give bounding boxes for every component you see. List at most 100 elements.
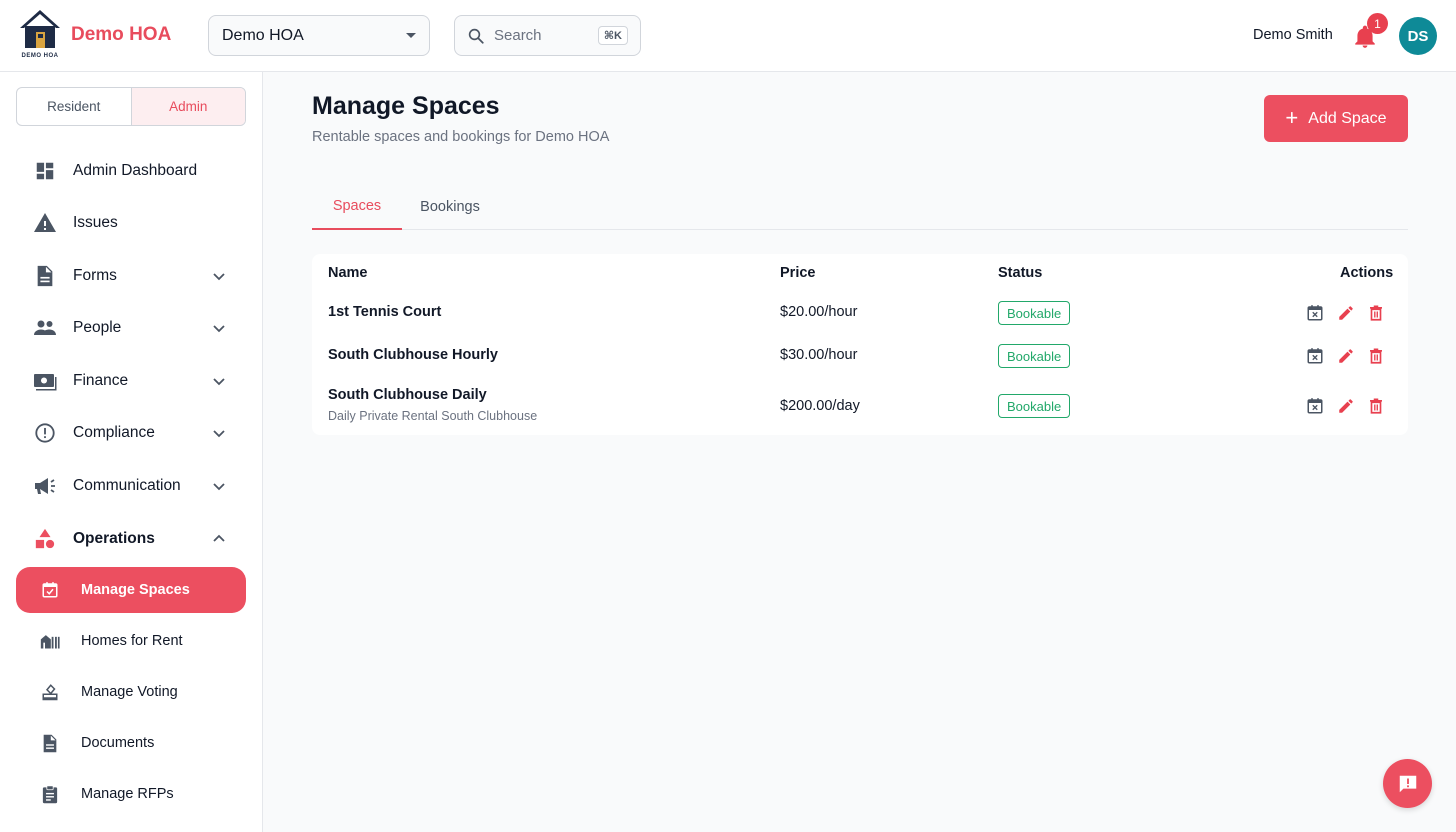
brand-name[interactable]: Demo HOA (71, 24, 171, 46)
trash-icon[interactable] (1366, 396, 1386, 416)
hoa-selector[interactable]: Demo HOA (208, 15, 430, 56)
megaphone-icon (33, 474, 57, 498)
page-title: Manage Spaces (312, 92, 500, 120)
sidebar-item-label: Forms (73, 267, 117, 284)
sidebar-item-manage-voting[interactable]: Manage Voting (16, 669, 246, 715)
sidebar-item-label: Homes for Rent (81, 633, 183, 649)
pencil-icon[interactable] (1336, 396, 1356, 416)
calendar-cancel-icon[interactable] (1305, 396, 1325, 416)
space-price: $20.00/hour (780, 304, 858, 320)
ballot-icon (40, 682, 60, 702)
sidebar-item-label: Compliance (73, 424, 155, 441)
dashboard-icon (33, 159, 57, 183)
tab-bookings[interactable]: Bookings (404, 183, 496, 230)
role-admin-button[interactable]: Admin (130, 88, 245, 125)
chevron-down-icon (213, 483, 225, 491)
top-bar: DEMO HOA Demo HOA Demo HOA Search ⌘K Dem… (0, 0, 1456, 72)
tab-spaces[interactable]: Spaces (312, 183, 402, 230)
sidebar-item-operations[interactable]: Operations (16, 516, 246, 562)
status-badge: Bookable (998, 344, 1071, 368)
add-space-button[interactable]: + Add Space (1264, 95, 1408, 142)
sidebar-item-finance[interactable]: Finance (16, 358, 246, 404)
pencil-icon[interactable] (1336, 346, 1356, 366)
sidebar-item-label: People (73, 319, 122, 336)
sidebar-item-label: Communication (73, 477, 181, 494)
sidebar-item-homes-for-rent[interactable]: Homes for Rent (16, 618, 246, 664)
chevron-down-icon (213, 378, 225, 386)
column-header-price: Price (780, 265, 816, 281)
sidebar-item-label: Operations (73, 530, 155, 547)
sidebar-item-forms[interactable]: Forms (16, 253, 246, 299)
sidebar-item-label: Issues (73, 214, 118, 231)
money-icon (33, 369, 57, 393)
sidebar-item-label: Manage RFPs (81, 786, 174, 802)
sidebar-item-label: Admin Dashboard (73, 162, 198, 179)
people-icon (33, 316, 57, 340)
column-header-status: Status (998, 265, 1043, 281)
sidebar-item-manage-spaces[interactable]: Manage Spaces (16, 567, 246, 613)
avatar[interactable]: DS (1399, 17, 1437, 55)
column-header-actions: Actions (1340, 265, 1394, 281)
trash-icon[interactable] (1366, 346, 1386, 366)
chevron-up-icon (213, 534, 225, 542)
role-toggle: Resident Admin (16, 87, 246, 126)
table-row: South Clubhouse Hourly $30.00/hour Booka… (312, 339, 1408, 375)
house-logo-icon (20, 10, 60, 48)
search-icon (468, 28, 484, 44)
sidebar-item-label: Documents (81, 735, 155, 751)
feedback-chat-icon (1399, 775, 1416, 792)
search-placeholder: Search (494, 27, 542, 44)
clipboard-icon (40, 784, 60, 804)
chevron-down-icon (406, 33, 416, 38)
document-icon (33, 264, 57, 288)
sidebar-item-label: Manage Spaces (81, 582, 190, 598)
sidebar-item-manage-rfps[interactable]: Manage RFPs (16, 771, 246, 817)
sidebar-item-issues[interactable]: Issues (16, 200, 246, 246)
shapes-icon (33, 527, 57, 551)
space-description: Daily Private Rental South Clubhouse (328, 409, 538, 423)
pencil-icon[interactable] (1336, 303, 1356, 323)
table-row: 1st Tennis Court $20.00/hour Bookable (312, 296, 1408, 332)
calendar-cancel-icon[interactable] (1305, 346, 1325, 366)
plus-icon: + (1285, 104, 1299, 130)
notification-badge: 1 (1367, 13, 1388, 34)
document-icon (40, 733, 60, 753)
sidebar-item-admin-dashboard[interactable]: Admin Dashboard (16, 148, 246, 194)
tab-bar: Spaces Bookings (312, 183, 1408, 230)
alert-circle-icon (33, 421, 57, 445)
space-price: $30.00/hour (780, 347, 858, 363)
trash-icon[interactable] (1366, 303, 1386, 323)
user-name[interactable]: Demo Smith (1253, 27, 1333, 43)
calendar-cancel-icon[interactable] (1305, 303, 1325, 323)
sidebar-item-documents[interactable]: Documents (16, 720, 246, 766)
calendar-check-icon (40, 580, 60, 600)
chevron-down-icon (213, 325, 225, 333)
search-box[interactable]: Search ⌘K (454, 15, 641, 56)
sidebar-item-people[interactable]: People (16, 305, 246, 351)
chevron-down-icon (213, 430, 225, 438)
space-name: 1st Tennis Court (328, 304, 442, 320)
search-shortcut: ⌘K (597, 26, 628, 45)
homes-icon (40, 631, 60, 651)
status-badge: Bookable (998, 394, 1071, 418)
sidebar-item-label: Finance (73, 372, 129, 389)
space-price: $200.00/day (780, 398, 860, 414)
status-badge: Bookable (998, 301, 1071, 325)
space-name: South Clubhouse Hourly (328, 347, 498, 363)
table-row: South Clubhouse Daily Daily Private Rent… (312, 382, 1408, 430)
sidebar-item-label: Manage Voting (81, 684, 178, 700)
logo-caption: DEMO HOA (21, 53, 59, 59)
chevron-down-icon (213, 273, 225, 281)
sidebar-item-communication[interactable]: Communication (16, 463, 246, 509)
hoa-logo[interactable]: DEMO HOA (19, 8, 61, 62)
column-header-name: Name (328, 265, 368, 281)
hoa-selector-value: Demo HOA (222, 26, 304, 44)
space-name: South Clubhouse Daily (328, 387, 487, 403)
role-resident-button[interactable]: Resident (17, 88, 131, 125)
add-space-label: Add Space (1308, 109, 1387, 127)
feedback-button[interactable] (1383, 759, 1432, 808)
sidebar-item-compliance[interactable]: Compliance (16, 410, 246, 456)
warning-icon (33, 211, 57, 235)
spaces-table: Name Price Status Actions 1st Tennis Cou… (312, 254, 1408, 435)
page-subtitle: Rentable spaces and bookings for Demo HO… (312, 129, 610, 145)
